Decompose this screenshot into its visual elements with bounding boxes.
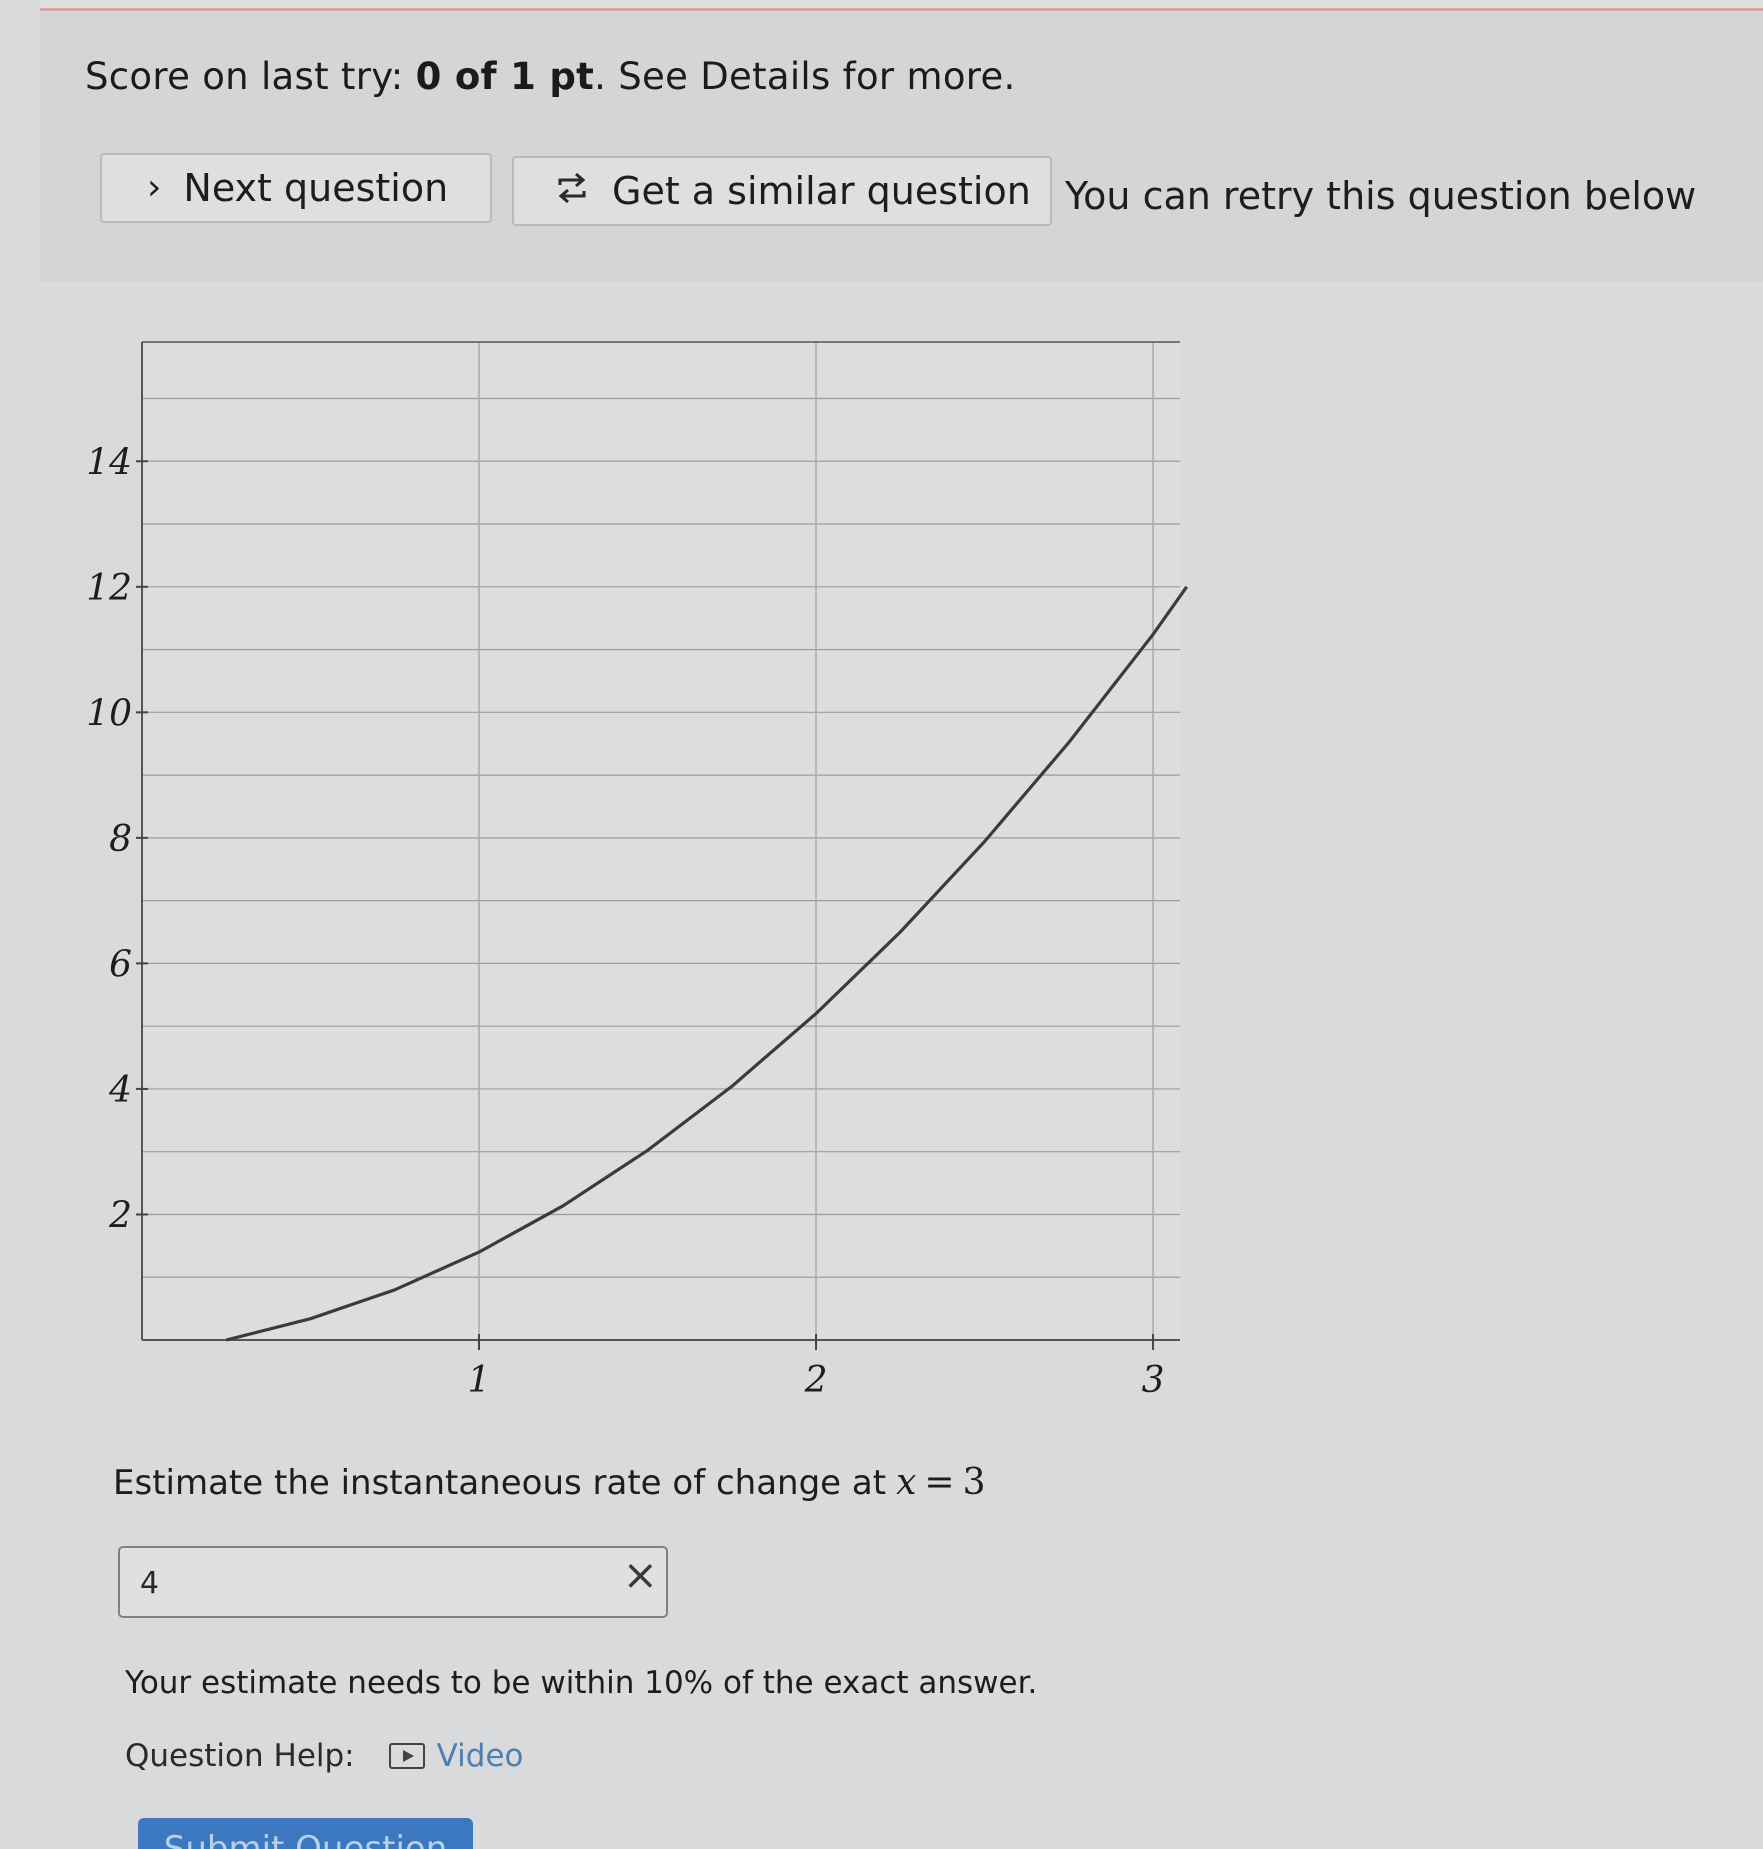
question-math: x = 3 <box>896 1462 985 1503</box>
y-tick-label: 4 <box>108 1070 132 1111</box>
question-text: Estimate the instantaneous rate of chang… <box>113 1463 887 1503</box>
y-tick-label: 2 <box>108 1195 132 1236</box>
math-variable: x <box>896 1462 917 1503</box>
retry-note: You can retry this question below <box>1065 174 1697 218</box>
y-tick-label: 6 <box>109 944 132 985</box>
next-question-label: Next question <box>183 166 449 210</box>
math-equals: = <box>924 1462 955 1503</box>
score-summary: Score on last try: 0 of 1 pt. See Detail… <box>85 55 1016 98</box>
tolerance-hint: Your estimate needs to be within 10% of … <box>125 1665 1038 1701</box>
score-value: 0 of 1 pt <box>415 55 595 98</box>
x-tick-label: 3 <box>1142 1360 1165 1401</box>
chevron-right-icon: › <box>147 167 162 208</box>
y-tick-label: 10 <box>86 693 132 734</box>
plot-area <box>142 342 1180 1340</box>
score-suffix: . See Details for more. <box>594 55 1016 98</box>
next-question-button[interactable]: › Next question <box>100 153 492 223</box>
x-tick-label: 2 <box>804 1360 828 1401</box>
submit-question-button[interactable]: Submit Question <box>138 1818 473 1849</box>
function-graph: 2 4 6 8 10 12 14 1 2 3 <box>60 320 1220 1430</box>
question-help: Question Help: Video <box>125 1738 523 1774</box>
question-prompt: Estimate the instantaneous rate of chang… <box>113 1462 985 1503</box>
question-help-label: Question Help: <box>125 1738 355 1774</box>
y-tick-label: 12 <box>86 568 132 609</box>
graph-svg: 24681012141 2 3 <box>86 341 1189 1401</box>
score-panel <box>40 12 1763 282</box>
similar-question-button[interactable]: Get a similar question <box>512 156 1052 226</box>
video-link-label: Video <box>436 1738 524 1774</box>
answer-input[interactable] <box>138 1562 582 1604</box>
similar-question-label: Get a similar question <box>612 169 1031 213</box>
top-rule <box>40 0 1763 11</box>
y-tick-label: 14 <box>86 442 132 483</box>
answer-field[interactable]: × <box>118 1546 668 1618</box>
video-help-link[interactable]: Video <box>388 1738 524 1774</box>
math-value: 3 <box>962 1462 986 1503</box>
repeat-icon <box>554 169 590 214</box>
incorrect-icon: × <box>622 1550 658 1599</box>
x-tick-label: 1 <box>468 1360 491 1401</box>
y-tick-label: 8 <box>109 819 132 860</box>
score-prefix: Score on last try: <box>85 55 416 98</box>
video-icon <box>388 1743 425 1769</box>
